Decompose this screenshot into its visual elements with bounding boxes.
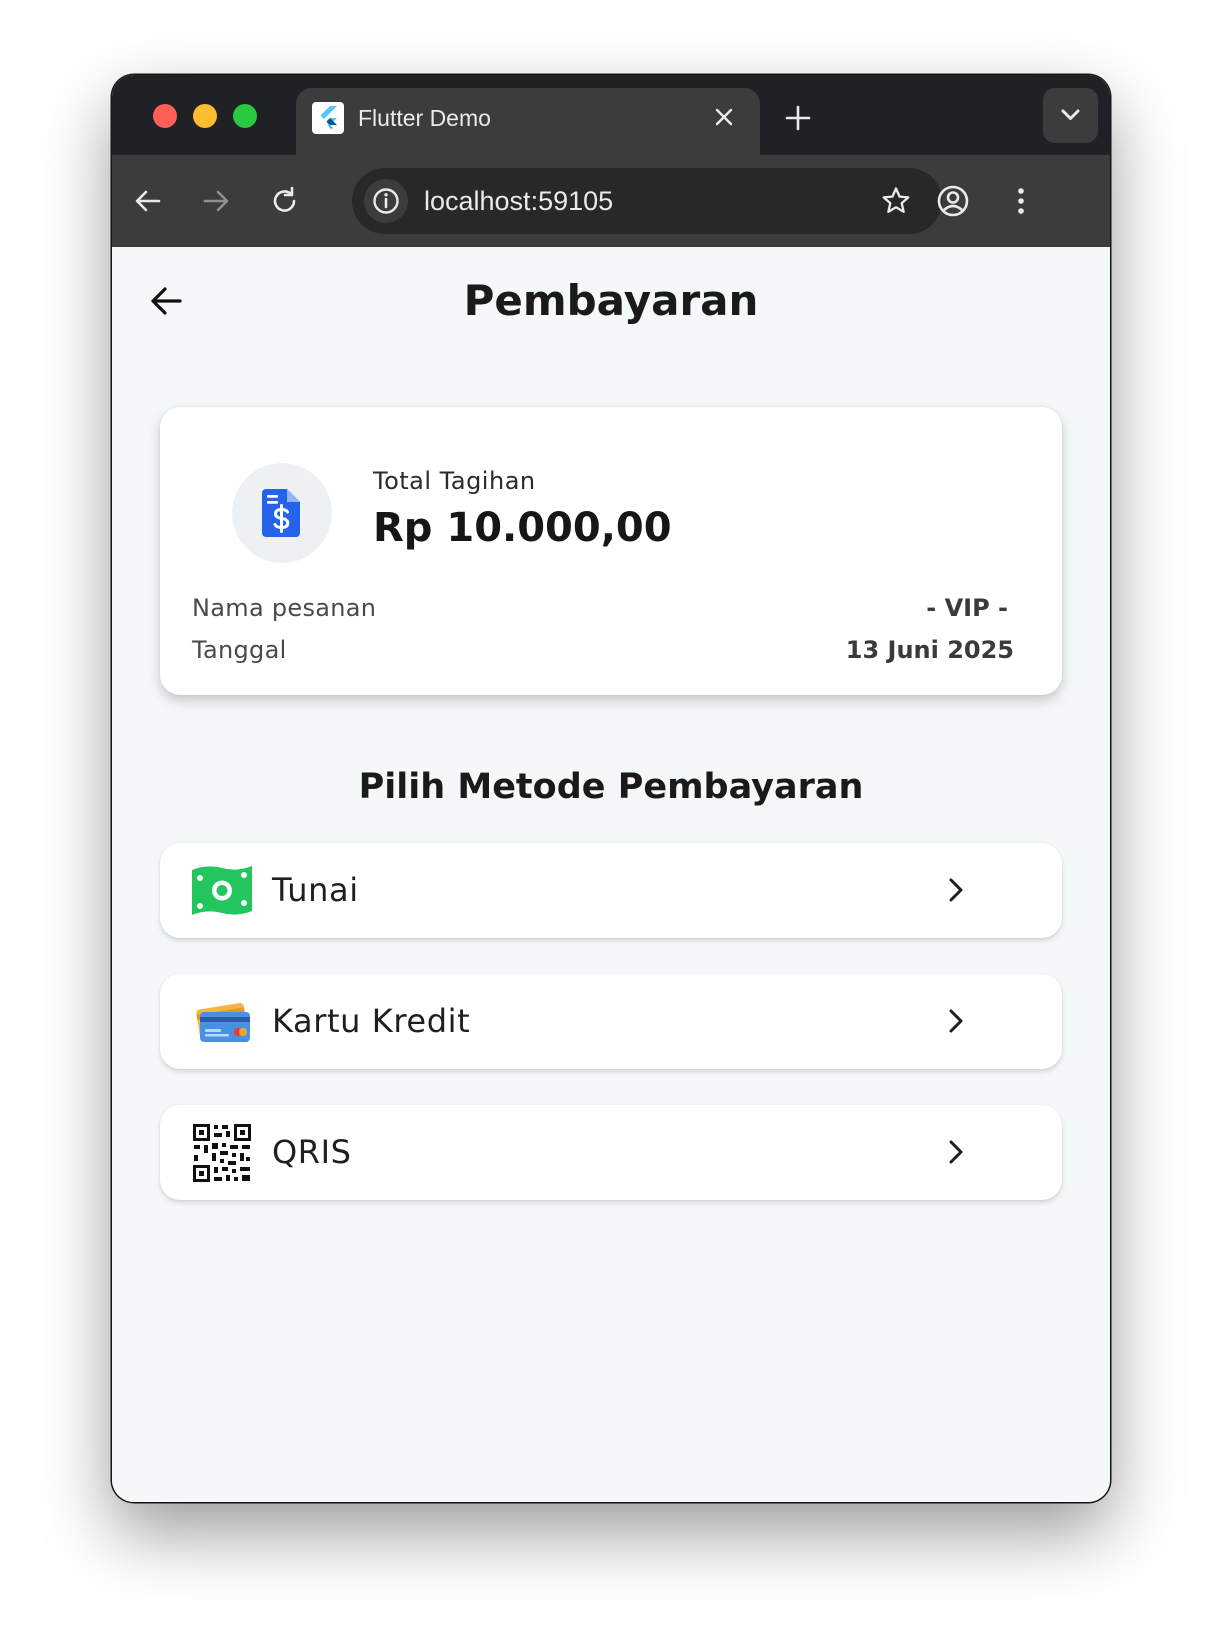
- total-bill-amount: Rp 10.000,00: [373, 505, 672, 551]
- tab-search-button[interactable]: [1043, 88, 1098, 143]
- browser-window: Flutter Demo localhost:59105 Pembayaran …: [112, 75, 1110, 1502]
- minimize-window-button[interactable]: [193, 104, 217, 128]
- payment-method-label: QRIS: [272, 1133, 352, 1171]
- more-menu-icon[interactable]: [1003, 183, 1039, 219]
- url-text[interactable]: localhost:59105: [424, 183, 613, 219]
- profile-icon[interactable]: [935, 183, 971, 219]
- invoice-dollar-icon: [262, 489, 300, 537]
- page-title: Pembayaran: [463, 276, 759, 325]
- chevron-right-icon: [942, 1007, 970, 1035]
- browser-tab[interactable]: Flutter Demo: [296, 88, 760, 155]
- date-value: 13 Juni 2025: [845, 636, 1014, 664]
- payment-section-title: Pilih Metode Pembayaran: [358, 767, 864, 807]
- maximize-window-button[interactable]: [233, 104, 257, 128]
- order-name-label: Nama pesanan: [192, 594, 377, 622]
- bill-icon-badge: [232, 463, 332, 563]
- browser-toolbar: localhost:59105: [112, 155, 1110, 247]
- tab-title: Flutter Demo: [358, 105, 491, 131]
- browser-tab-bar: Flutter Demo: [112, 75, 1110, 155]
- chevron-right-icon: [942, 876, 970, 904]
- reload-icon[interactable]: [269, 185, 301, 217]
- tab-close-icon[interactable]: [712, 105, 736, 129]
- payment-method-qris[interactable]: QRIS: [160, 1105, 1062, 1200]
- new-tab-icon[interactable]: [784, 104, 812, 132]
- site-info-icon[interactable]: [364, 179, 408, 223]
- flutter-favicon-icon: [312, 102, 344, 134]
- total-bill-label: Total Tagihan: [373, 467, 536, 495]
- date-label: Tanggal: [192, 636, 287, 664]
- forward-nav-icon[interactable]: [200, 185, 232, 217]
- payment-method-credit-card[interactable]: Kartu Kredit: [160, 974, 1062, 1069]
- payment-method-cash[interactable]: Tunai: [160, 843, 1062, 938]
- qr-code-icon: [192, 1123, 252, 1183]
- order-name-value: - VIP -: [926, 594, 1008, 622]
- cash-icon: [192, 861, 252, 921]
- address-bar[interactable]: localhost:59105: [352, 168, 942, 234]
- chevron-right-icon: [942, 1138, 970, 1166]
- bookmark-star-icon[interactable]: [880, 185, 912, 217]
- page-content: Pembayaran Total Tagihan Rp 10.000,00 Na…: [112, 247, 1110, 1502]
- credit-card-icon: [192, 992, 252, 1052]
- back-nav-icon[interactable]: [132, 185, 164, 217]
- bill-summary-card: Total Tagihan Rp 10.000,00 Nama pesanan …: [160, 407, 1062, 695]
- payment-method-label: Kartu Kredit: [272, 1002, 471, 1040]
- payment-method-label: Tunai: [272, 871, 359, 909]
- close-window-button[interactable]: [153, 104, 177, 128]
